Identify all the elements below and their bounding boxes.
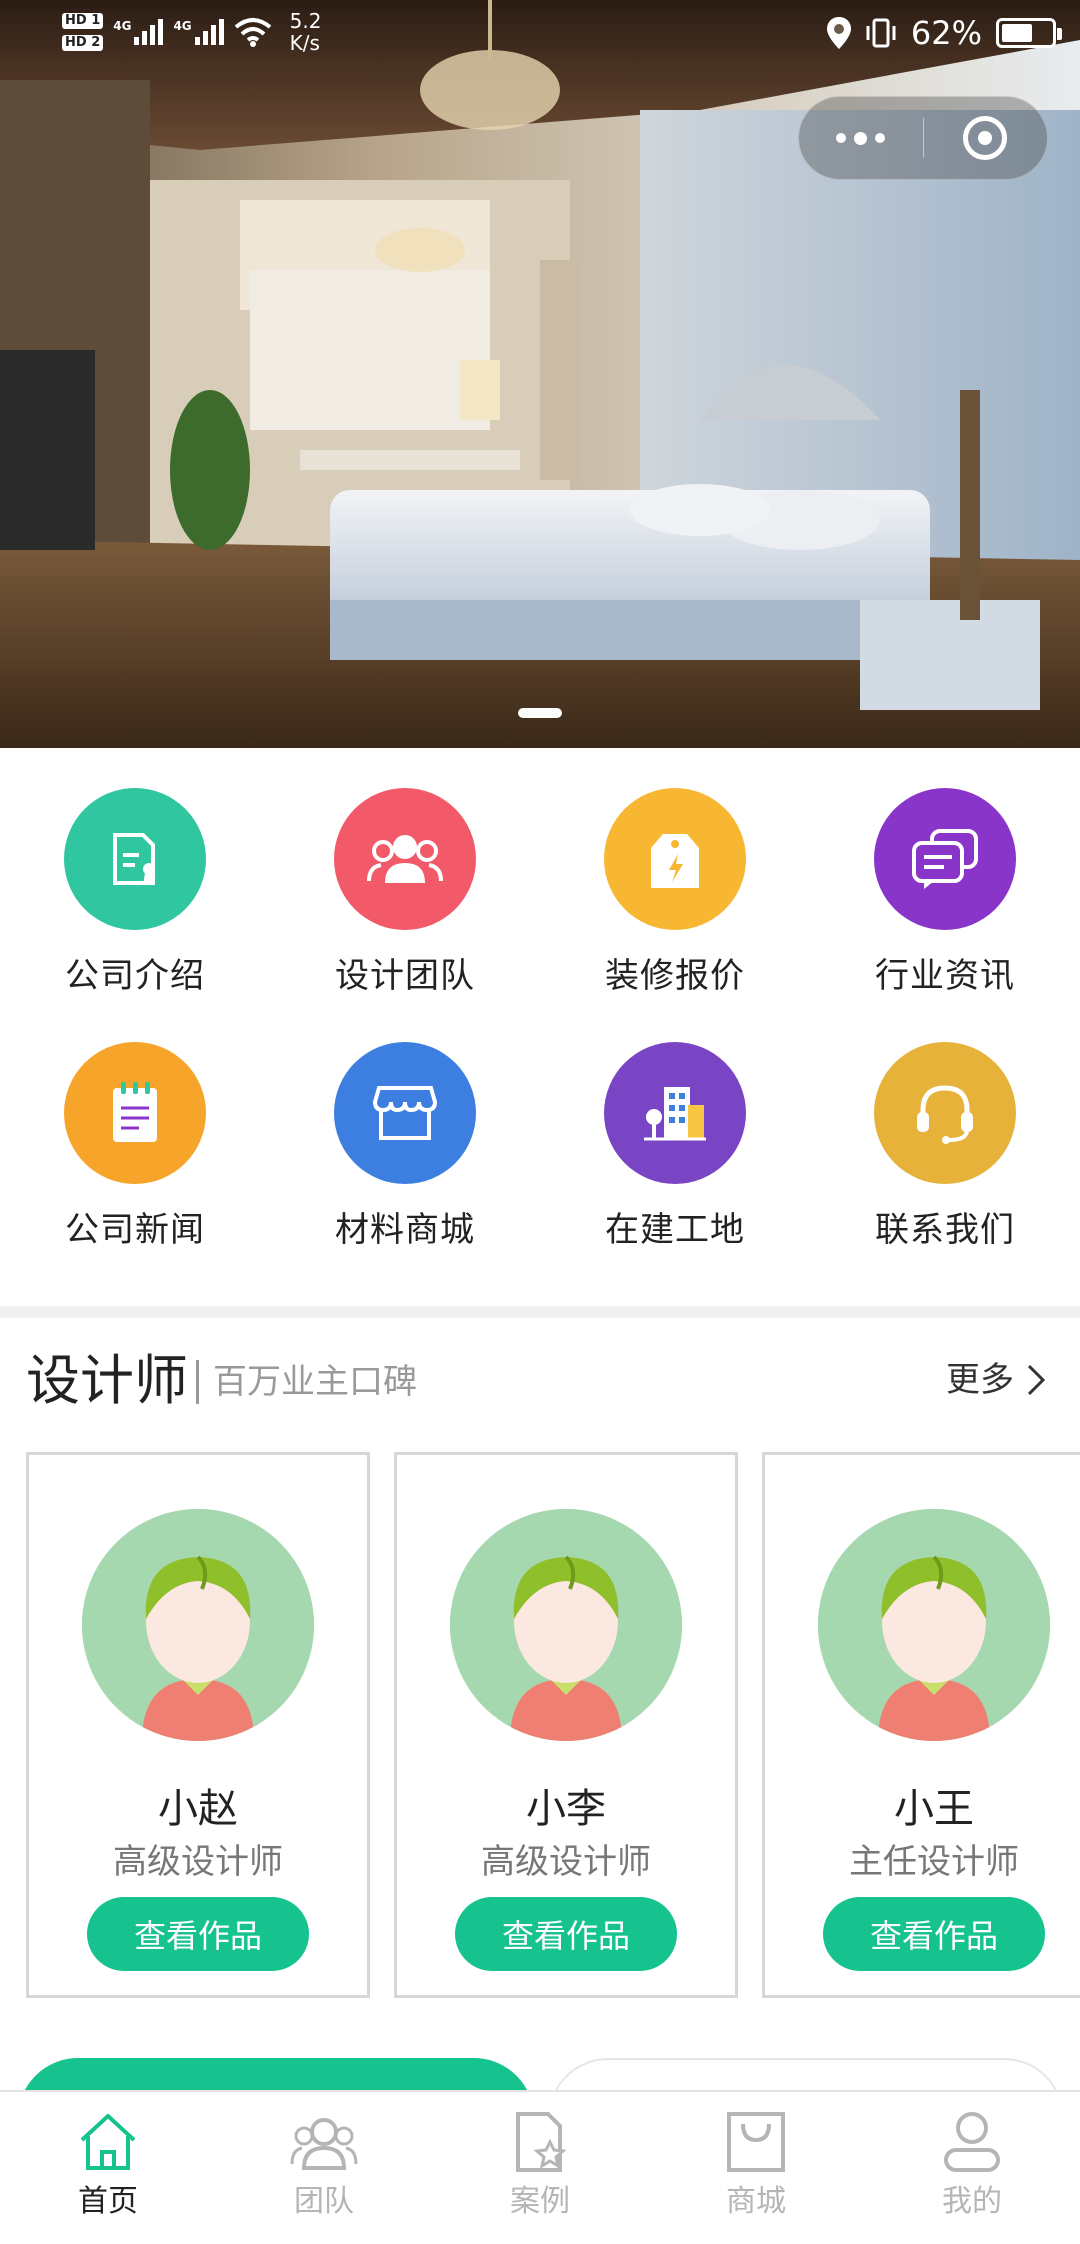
designer-role: 高级设计师 xyxy=(481,1842,651,1882)
tab-label: 团队 xyxy=(294,2184,354,2219)
menu-company-intro[interactable]: 公司介绍 xyxy=(0,760,270,1000)
price-tag-icon xyxy=(604,788,746,930)
tab-store[interactable]: 商城 xyxy=(648,2092,864,2244)
menu-label: 公司新闻 xyxy=(65,1210,205,1250)
location-icon xyxy=(826,17,851,49)
sim1-indicator: HD 1 xyxy=(62,13,104,29)
tab-mine[interactable]: 我的 xyxy=(864,2092,1080,2244)
menu-label: 在建工地 xyxy=(605,1210,745,1250)
menu-label: 行业资讯 xyxy=(875,956,1015,996)
menu-grid: 公司介绍 设计团队 装修报价 行业资讯 公司新闻 材料商城 在建工地 联系我们 xyxy=(0,760,1080,1300)
tab-label: 首页 xyxy=(78,2184,138,2219)
designer-name: 小赵 xyxy=(158,1786,238,1832)
close-mini-program-button[interactable] xyxy=(924,96,1048,180)
designer-role: 主任设计师 xyxy=(849,1842,1019,1882)
network-speed: 5.2 K/s xyxy=(289,9,322,55)
more-link[interactable]: 更多 xyxy=(946,1354,1046,1406)
shopping-bag-icon xyxy=(722,2108,790,2176)
avatar xyxy=(818,1509,1050,1741)
headset-icon xyxy=(874,1042,1016,1184)
section-divider xyxy=(0,1306,1080,1318)
menu-industry-news[interactable]: 行业资讯 xyxy=(810,760,1080,1000)
view-works-button[interactable]: 查看作品 xyxy=(455,1897,677,1971)
more-label: 更多 xyxy=(946,1360,1014,1400)
tab-cases[interactable]: 案例 xyxy=(432,2092,648,2244)
view-works-button[interactable]: 查看作品 xyxy=(823,1897,1045,1971)
more-options-button[interactable] xyxy=(799,96,923,180)
menu-design-team[interactable]: 设计团队 xyxy=(270,760,540,1000)
designer-card[interactable]: 小李 高级设计师 查看作品 xyxy=(394,1452,738,1998)
vibrate-icon xyxy=(866,18,896,48)
user-icon xyxy=(938,2108,1006,2176)
section-subtitle: 百万业主口碑 xyxy=(196,1360,417,1404)
designer-name: 小李 xyxy=(526,1786,606,1832)
document-certificate-icon xyxy=(64,788,206,930)
team-icon xyxy=(334,788,476,930)
signal-icon: 4G xyxy=(113,19,164,45)
hero-banner[interactable]: HD 1 HD 2 4G 4G 5.2 K/s 62% xyxy=(0,0,1080,748)
tab-home[interactable]: 首页 xyxy=(0,2092,216,2244)
tab-label: 案例 xyxy=(510,2184,570,2219)
avatar xyxy=(82,1509,314,1741)
notepad-icon xyxy=(64,1042,206,1184)
designer-card[interactable]: 小赵 高级设计师 查看作品 xyxy=(26,1452,370,1998)
team-icon xyxy=(290,2108,358,2176)
menu-label: 材料商城 xyxy=(335,1210,475,1250)
section-title: 设计师 xyxy=(26,1349,188,1412)
designer-role: 高级设计师 xyxy=(113,1842,283,1882)
menu-contact-us[interactable]: 联系我们 xyxy=(810,1014,1080,1254)
designer-card[interactable]: 小王 主任设计师 查看作品 xyxy=(762,1452,1080,1998)
wifi-icon xyxy=(234,18,271,47)
home-icon xyxy=(74,2108,142,2176)
view-works-button[interactable]: 查看作品 xyxy=(87,1897,309,1971)
menu-company-news[interactable]: 公司新闻 xyxy=(0,1014,270,1254)
tab-team[interactable]: 团队 xyxy=(216,2092,432,2244)
designer-carousel[interactable]: 小赵 高级设计师 查看作品 小李 高级设计师 查看作品 小王 主任设计师 查看作… xyxy=(26,1452,1080,2000)
bottom-tab-bar: 首页 团队 案例 商城 我的 xyxy=(0,2090,1080,2244)
status-bar: HD 1 HD 2 4G 4G 5.2 K/s 62% xyxy=(0,0,1080,80)
tab-label: 商城 xyxy=(726,2184,786,2219)
menu-label: 公司介绍 xyxy=(65,956,205,996)
chat-bubbles-icon xyxy=(874,788,1016,930)
menu-renovation-quote[interactable]: 装修报价 xyxy=(540,760,810,1000)
avatar xyxy=(450,1509,682,1741)
banner-indicator xyxy=(518,708,562,718)
designer-name: 小王 xyxy=(894,1786,974,1832)
signal-icon: 4G xyxy=(173,19,224,45)
designer-section-header: 设计师 百万业主口碑 更多 xyxy=(26,1346,1056,1416)
battery-icon xyxy=(996,18,1062,48)
chevron-right-icon xyxy=(1027,1364,1046,1396)
menu-material-store[interactable]: 材料商城 xyxy=(270,1014,540,1254)
battery-percent: 62% xyxy=(910,14,982,52)
building-icon xyxy=(604,1042,746,1184)
menu-construction-sites[interactable]: 在建工地 xyxy=(540,1014,810,1254)
store-icon xyxy=(334,1042,476,1184)
menu-label: 联系我们 xyxy=(875,1210,1015,1250)
sim2-indicator: HD 2 xyxy=(62,35,104,51)
case-document-star-icon xyxy=(506,2108,574,2176)
mini-program-capsule[interactable] xyxy=(798,96,1048,180)
tab-label: 我的 xyxy=(942,2184,1002,2219)
menu-label: 装修报价 xyxy=(605,956,745,996)
menu-label: 设计团队 xyxy=(335,956,475,996)
